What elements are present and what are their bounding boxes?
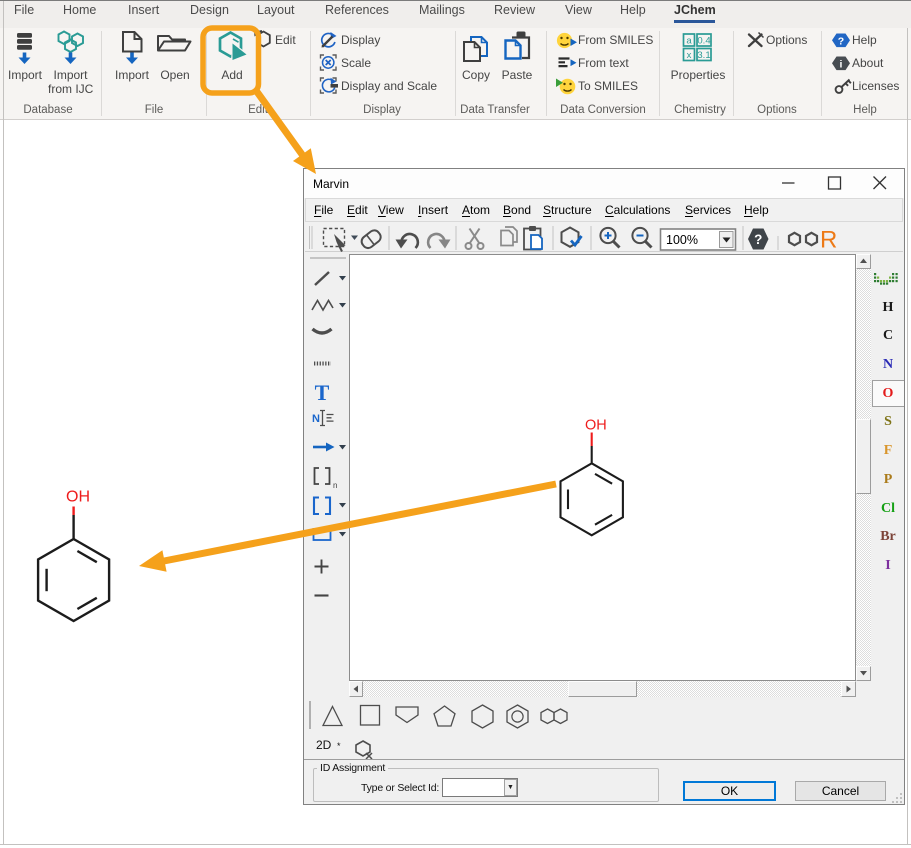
- svg-text:OH: OH: [585, 418, 607, 434]
- svg-text:OH: OH: [66, 489, 90, 506]
